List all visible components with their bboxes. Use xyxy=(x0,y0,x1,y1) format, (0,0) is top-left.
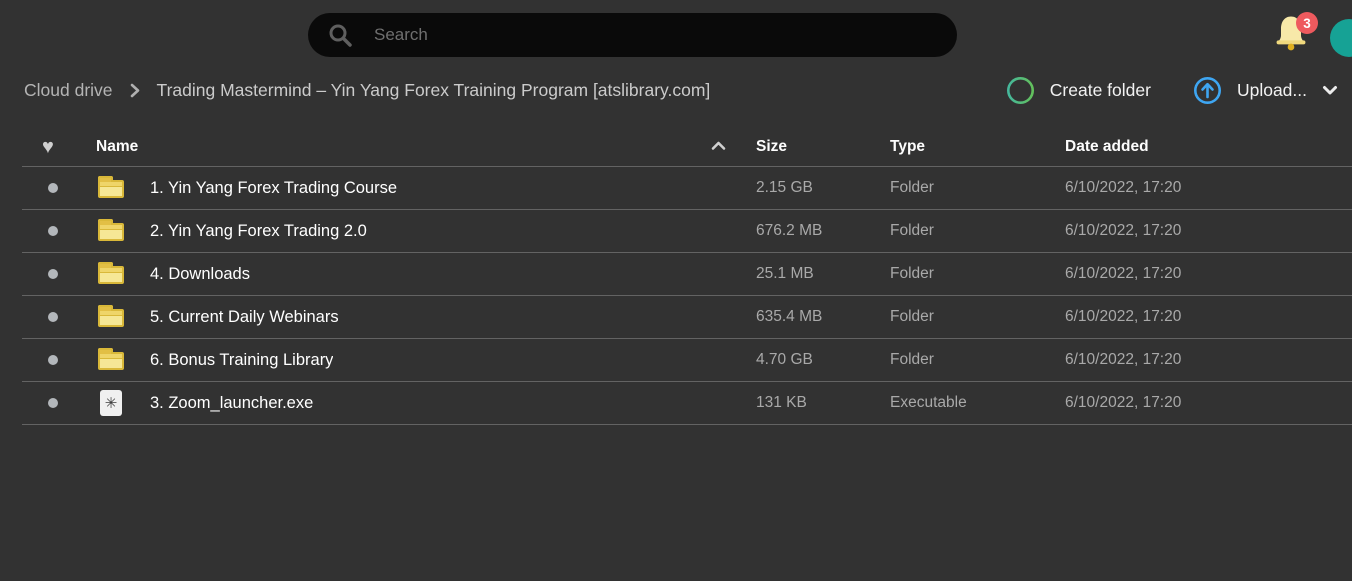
row-select-cell xyxy=(22,226,96,236)
bullet-dot-icon xyxy=(48,398,58,408)
plus-circle-icon xyxy=(1006,76,1035,105)
file-date: 6/10/2022, 17:20 xyxy=(1065,222,1352,240)
bullet-dot-icon xyxy=(48,183,58,193)
file-size: 25.1 MB xyxy=(756,265,890,283)
bullet-dot-icon xyxy=(48,312,58,322)
file-size: 676.2 MB xyxy=(756,222,890,240)
file-name[interactable]: 3. Zoom_launcher.exe xyxy=(150,394,313,413)
name-cell: ✳ 3. Zoom_launcher.exe xyxy=(96,390,756,416)
search-icon xyxy=(327,22,354,49)
size-column-header[interactable]: Size xyxy=(756,138,890,156)
row-select-cell xyxy=(22,183,96,193)
chevron-right-icon xyxy=(130,83,140,98)
folder-icon xyxy=(98,266,124,284)
date-added-column-header[interactable]: Date added xyxy=(1065,138,1352,156)
file-type: Executable xyxy=(890,394,1065,412)
file-icon: ✳ xyxy=(98,261,124,287)
file-icon: ✳ xyxy=(98,390,124,416)
name-cell: ✳ 5. Current Daily Webinars xyxy=(96,304,756,330)
file-size: 635.4 MB xyxy=(756,308,890,326)
file-size: 4.70 GB xyxy=(756,351,890,369)
file-icon: ✳ xyxy=(98,347,124,373)
file-name[interactable]: 6. Bonus Training Library xyxy=(150,351,333,370)
file-name[interactable]: 5. Current Daily Webinars xyxy=(150,308,339,327)
name-cell: ✳ 2. Yin Yang Forex Trading 2.0 xyxy=(96,218,756,244)
table-row[interactable]: ✳ 2. Yin Yang Forex Trading 2.0 676.2 MB… xyxy=(22,210,1352,253)
file-date: 6/10/2022, 17:20 xyxy=(1065,179,1352,197)
executable-icon: ✳ xyxy=(100,390,122,416)
upload-label: Upload... xyxy=(1237,80,1307,101)
file-type: Folder xyxy=(890,222,1065,240)
file-name[interactable]: 2. Yin Yang Forex Trading 2.0 xyxy=(150,222,367,241)
sort-ascending-icon xyxy=(711,138,726,156)
file-icon: ✳ xyxy=(98,304,124,330)
breadcrumb-current: Trading Mastermind – Yin Yang Forex Trai… xyxy=(157,80,711,101)
folder-icon xyxy=(98,309,124,327)
row-select-cell xyxy=(22,269,96,279)
table-row[interactable]: ✳ 3. Zoom_launcher.exe 131 KB Executable… xyxy=(22,382,1352,425)
file-icon: ✳ xyxy=(98,218,124,244)
bullet-dot-icon xyxy=(48,355,58,365)
file-date: 6/10/2022, 17:20 xyxy=(1065,351,1352,369)
notification-badge: 3 xyxy=(1296,12,1318,34)
upload-menu-chevron-down-icon[interactable] xyxy=(1322,85,1338,96)
file-date: 6/10/2022, 17:20 xyxy=(1065,308,1352,326)
search-bar[interactable] xyxy=(308,13,957,57)
toolbar-actions: Create folder Upload... xyxy=(1006,68,1338,112)
favorites-column-header: ♥ xyxy=(22,137,96,157)
bullet-dot-icon xyxy=(48,269,58,279)
file-icon: ✳ xyxy=(98,175,124,201)
file-table-body: ✳ 1. Yin Yang Forex Trading Course 2.15 … xyxy=(22,167,1352,425)
name-cell: ✳ 4. Downloads xyxy=(96,261,756,287)
file-type: Folder xyxy=(890,308,1065,326)
file-name[interactable]: 1. Yin Yang Forex Trading Course xyxy=(150,179,397,198)
upload-circle-icon xyxy=(1193,76,1222,105)
breadcrumb-root-link[interactable]: Cloud drive xyxy=(24,80,113,101)
breadcrumb-bar: Cloud drive Trading Mastermind – Yin Yan… xyxy=(0,68,1352,112)
table-row[interactable]: ✳ 5. Current Daily Webinars 635.4 MB Fol… xyxy=(22,296,1352,339)
row-select-cell xyxy=(22,355,96,365)
file-size: 2.15 GB xyxy=(756,179,890,197)
name-cell: ✳ 1. Yin Yang Forex Trading Course xyxy=(96,175,756,201)
row-select-cell xyxy=(22,312,96,322)
user-avatar[interactable] xyxy=(1330,19,1352,57)
folder-icon xyxy=(98,352,124,370)
file-date: 6/10/2022, 17:20 xyxy=(1065,394,1352,412)
name-cell: ✳ 6. Bonus Training Library xyxy=(96,347,756,373)
file-size: 131 KB xyxy=(756,394,890,412)
file-type: Folder xyxy=(890,179,1065,197)
row-select-cell xyxy=(22,398,96,408)
create-folder-button[interactable]: Create folder xyxy=(1006,76,1151,105)
folder-icon xyxy=(98,180,124,198)
bullet-dot-icon xyxy=(48,226,58,236)
table-row[interactable]: ✳ 4. Downloads 25.1 MB Folder 6/10/2022,… xyxy=(22,253,1352,296)
create-folder-label: Create folder xyxy=(1050,80,1151,101)
file-name[interactable]: 4. Downloads xyxy=(150,265,250,284)
name-header-label: Name xyxy=(96,138,138,156)
top-bar: 3 xyxy=(0,0,1352,68)
heart-icon: ♥ xyxy=(42,137,54,157)
file-table-header: ♥ Name Size Type Date added xyxy=(22,127,1352,167)
notifications-button[interactable]: 3 xyxy=(1272,12,1312,58)
folder-icon xyxy=(98,223,124,241)
file-table: ♥ Name Size Type Date added ✳ 1. Yin Yan… xyxy=(22,127,1352,425)
table-row[interactable]: ✳ 1. Yin Yang Forex Trading Course 2.15 … xyxy=(22,167,1352,210)
file-type: Folder xyxy=(890,265,1065,283)
table-row[interactable]: ✳ 6. Bonus Training Library 4.70 GB Fold… xyxy=(22,339,1352,382)
search-input[interactable] xyxy=(374,25,937,45)
type-column-header[interactable]: Type xyxy=(890,138,1065,156)
name-column-header[interactable]: Name xyxy=(96,138,756,156)
file-type: Folder xyxy=(890,351,1065,369)
file-date: 6/10/2022, 17:20 xyxy=(1065,265,1352,283)
upload-button[interactable]: Upload... xyxy=(1193,76,1307,105)
